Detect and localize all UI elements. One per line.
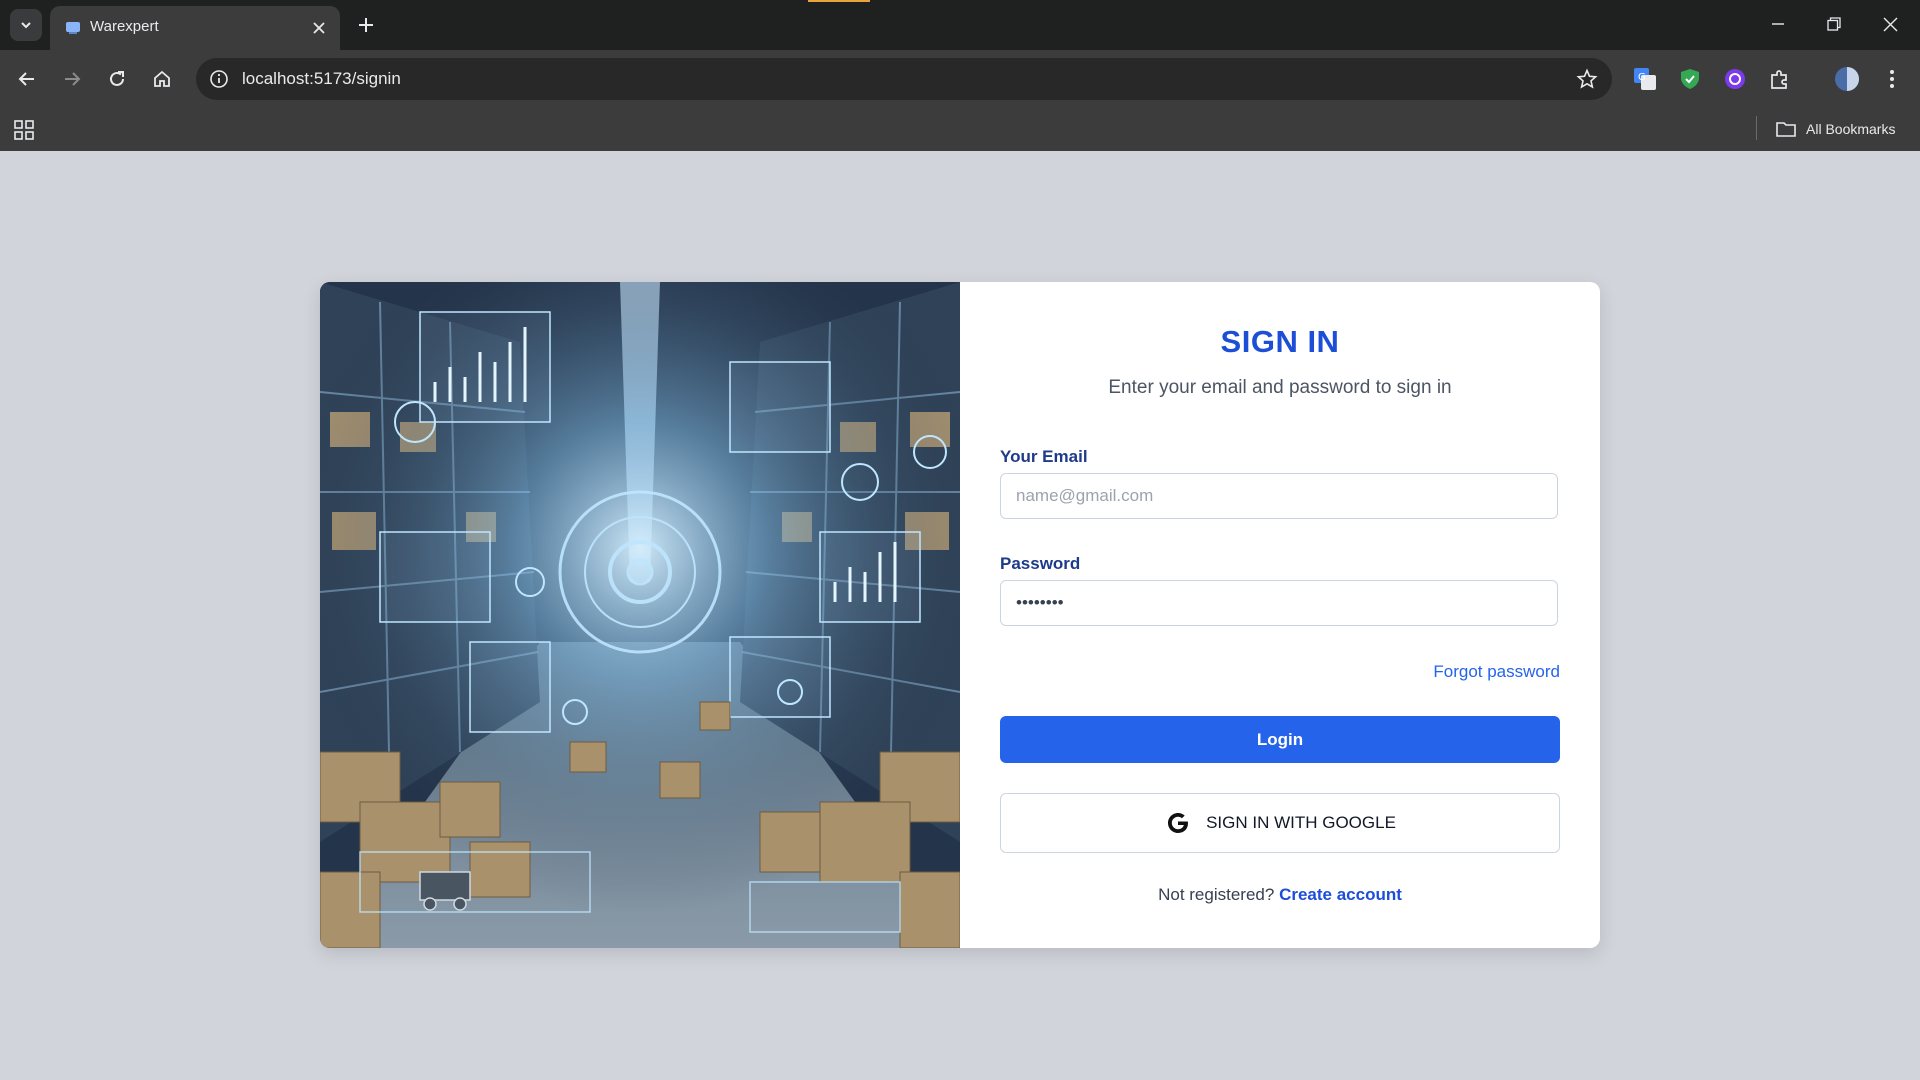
url-text: localhost:5173/signin xyxy=(242,69,401,88)
arrow-left-icon xyxy=(18,72,34,86)
star-icon[interactable] xyxy=(1576,68,1598,90)
address-bar[interactable]: localhost:5173/signin xyxy=(196,58,1612,100)
tailwind-extension[interactable] xyxy=(1719,63,1751,95)
signin-form: SIGN IN Enter your email and password to… xyxy=(960,282,1600,948)
page-viewport: SIGN IN Enter your email and password to… xyxy=(0,151,1920,1080)
plus-icon xyxy=(359,18,373,32)
all-bookmarks-button[interactable]: All Bookmarks xyxy=(1776,116,1895,142)
forward-button[interactable] xyxy=(56,63,88,95)
browser-tab-strip: Warexpert xyxy=(0,0,1920,50)
close-tab-button[interactable] xyxy=(308,17,330,39)
new-tab-button[interactable] xyxy=(352,11,380,39)
register-text: Not registered? xyxy=(1158,885,1275,904)
tailwind-extension-icon xyxy=(1725,69,1745,89)
close-icon xyxy=(313,22,325,34)
shield-extension[interactable] xyxy=(1674,63,1706,95)
tab-search-button[interactable] xyxy=(10,9,42,41)
warehouse-illustration xyxy=(320,282,960,948)
minimize-icon xyxy=(1772,23,1784,25)
extensions-button[interactable] xyxy=(1764,63,1796,95)
restore-icon xyxy=(1827,17,1841,31)
reload-icon xyxy=(110,71,124,86)
reload-button[interactable] xyxy=(101,63,133,95)
forgot-password-link[interactable]: Forgot password xyxy=(1433,662,1560,682)
more-vertical-icon xyxy=(1890,70,1894,88)
back-button[interactable] xyxy=(11,63,43,95)
password-field[interactable] xyxy=(1000,580,1558,626)
home-button[interactable] xyxy=(146,63,178,95)
signin-card: SIGN IN Enter your email and password to… xyxy=(320,282,1600,948)
bookmarks-separator xyxy=(1756,116,1757,140)
browser-tab[interactable]: Warexpert xyxy=(50,6,340,50)
shield-extension-icon xyxy=(1681,69,1699,89)
restore-button[interactable] xyxy=(1806,0,1862,48)
page-title: SIGN IN xyxy=(1220,324,1340,359)
bookmarks-bar: All Bookmarks xyxy=(0,108,1920,152)
google-signin-label: SIGN IN WITH GOOGLE xyxy=(1206,813,1396,832)
minimize-button[interactable] xyxy=(1750,0,1806,48)
avatar xyxy=(1835,67,1859,91)
puzzle-icon xyxy=(1771,70,1787,89)
arrow-right-icon xyxy=(65,72,81,86)
browser-toolbar: localhost:5173/signin G xyxy=(0,50,1920,108)
email-label: Your Email xyxy=(1000,447,1088,466)
warehouse-image xyxy=(320,282,960,948)
translate-icon: G xyxy=(1634,68,1656,90)
home-icon xyxy=(154,70,170,87)
email-field[interactable] xyxy=(1000,473,1558,519)
folder-icon xyxy=(1776,122,1796,137)
google-icon xyxy=(1168,813,1189,833)
google-signin-button[interactable]: SIGN IN WITH GOOGLE xyxy=(1000,793,1560,853)
tab-title: Warexpert xyxy=(90,18,159,35)
page-subtitle: Enter your email and password to sign in xyxy=(1108,377,1452,398)
app-favicon-icon xyxy=(66,22,80,34)
site-info-icon[interactable] xyxy=(208,68,230,90)
apps-grid-icon[interactable] xyxy=(12,118,36,142)
profile-button[interactable] xyxy=(1831,63,1863,95)
create-account-link[interactable]: Create account xyxy=(1279,885,1402,904)
chevron-down-icon xyxy=(21,22,31,29)
register-prompt: Not registered? Create account xyxy=(960,885,1600,905)
login-button[interactable]: Login xyxy=(1000,716,1560,763)
close-icon xyxy=(1883,17,1897,31)
password-label: Password xyxy=(1000,554,1081,573)
all-bookmarks-label: All Bookmarks xyxy=(1806,121,1896,137)
close-window-button[interactable] xyxy=(1862,0,1918,48)
menu-button[interactable] xyxy=(1876,63,1908,95)
loading-indicator xyxy=(808,0,870,2)
translate-extension[interactable]: G xyxy=(1629,63,1661,95)
svg-text:G: G xyxy=(1638,72,1646,83)
